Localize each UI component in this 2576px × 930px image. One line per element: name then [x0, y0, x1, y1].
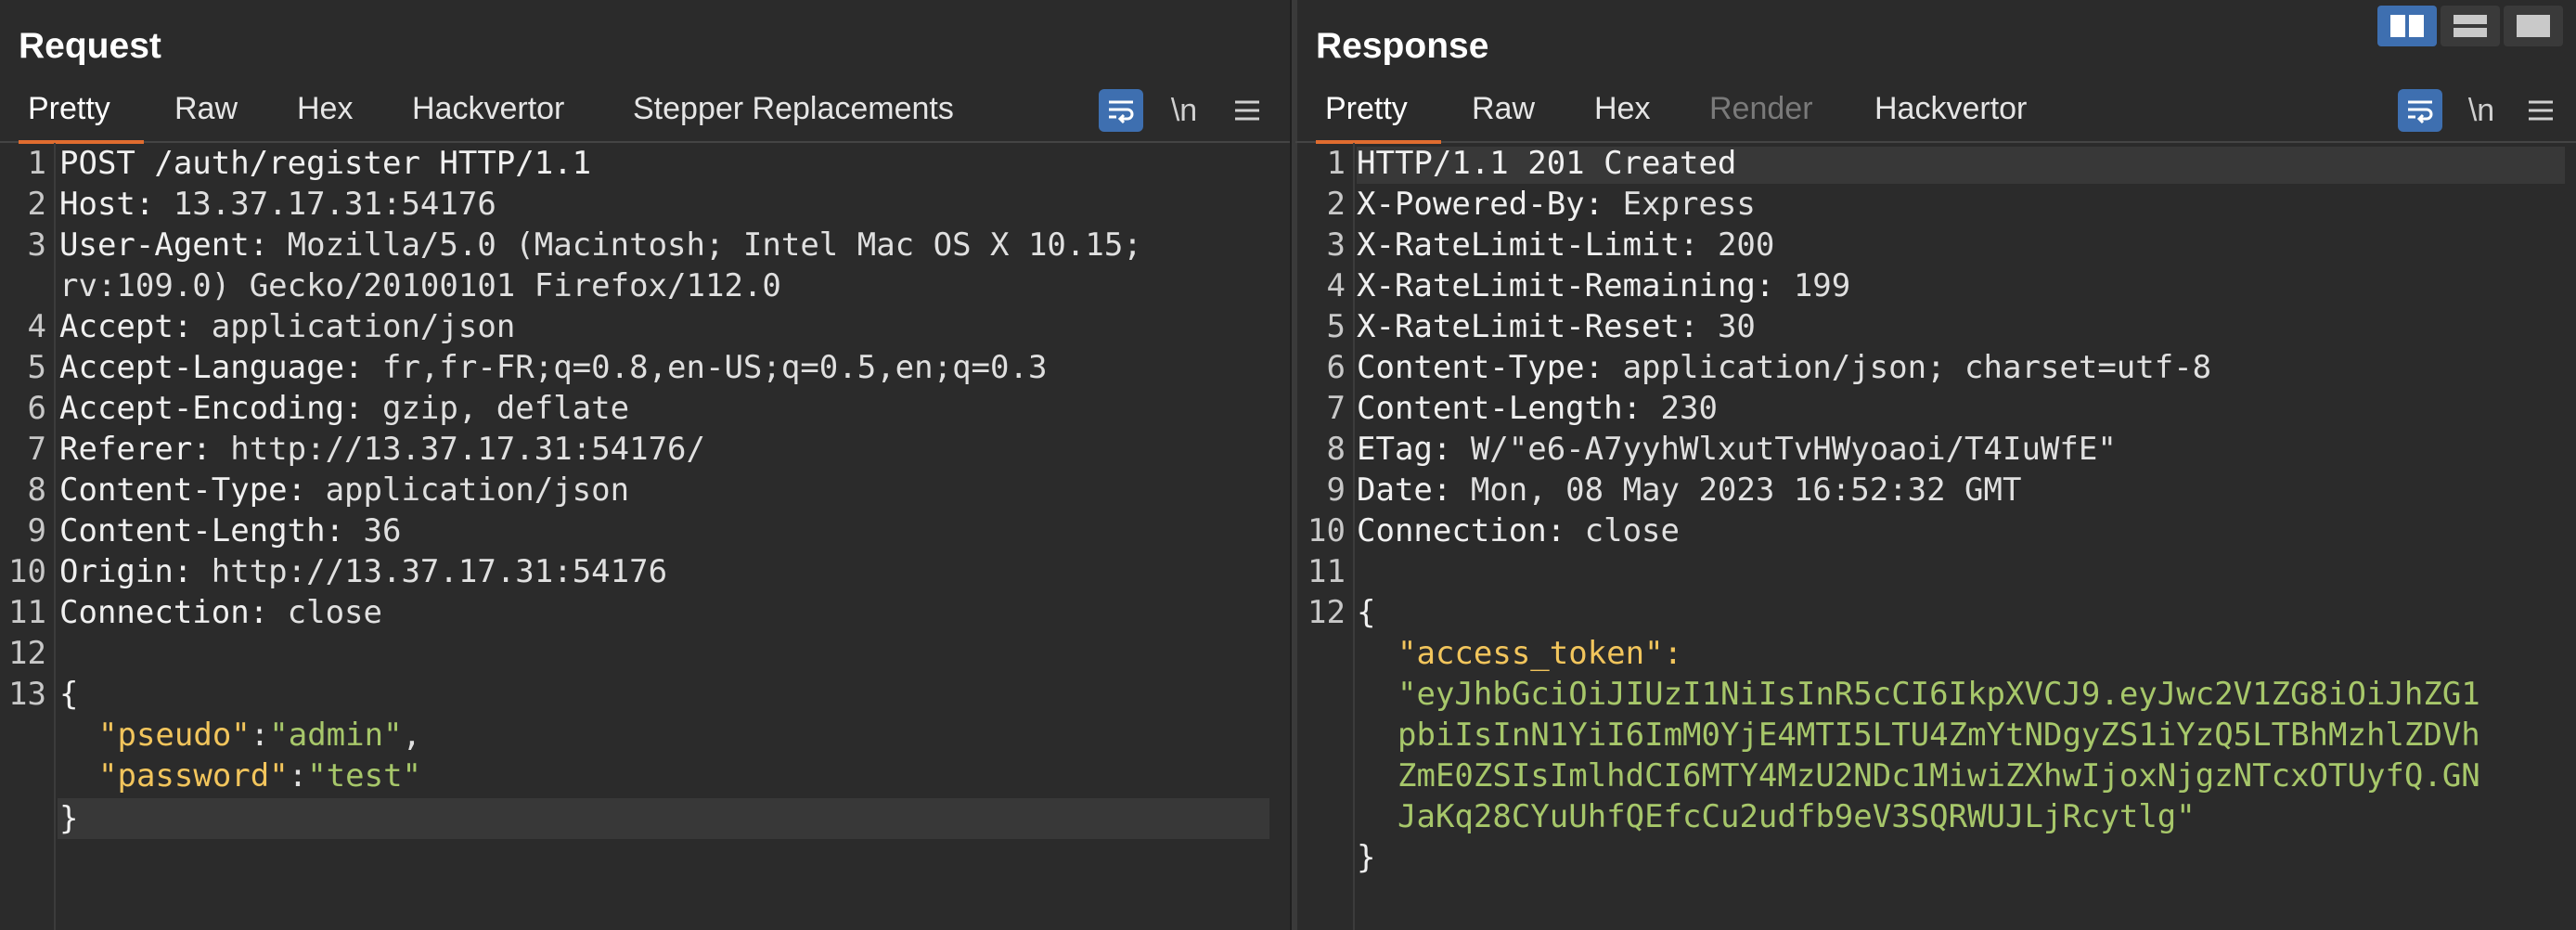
response-tabs: Pretty Raw Hex Render Hackvertor \n	[1295, 82, 2576, 144]
word-wrap-icon[interactable]	[1099, 89, 1143, 132]
side-by-side-layout-button[interactable]	[2377, 6, 2437, 46]
request-tab-hex[interactable]: Hex	[288, 91, 362, 127]
request-tab-raw[interactable]: Raw	[165, 91, 247, 127]
response-panel: Response Pretty Raw Hex Render Hackverto…	[1295, 0, 2576, 930]
hamburger-menu-icon[interactable]	[1225, 89, 1269, 132]
request-tab-hackvertor[interactable]: Hackvertor	[403, 91, 573, 127]
hamburger-menu-icon[interactable]	[2518, 89, 2563, 132]
show-newlines-button[interactable]: \n	[2459, 89, 2504, 132]
request-title: Request	[19, 26, 161, 66]
request-tab-stepper-replacements[interactable]: Stepper Replacements	[624, 91, 963, 127]
response-tab-pretty[interactable]: Pretty	[1316, 91, 1441, 144]
response-tab-hex[interactable]: Hex	[1585, 91, 1659, 127]
request-panel: Request Pretty Raw Hex Hackvertor Steppe…	[0, 0, 1290, 930]
response-tab-hackvertor[interactable]: Hackvertor	[1865, 91, 2036, 127]
tabbed-layout-button[interactable]	[2504, 6, 2563, 46]
request-tab-pretty[interactable]: Pretty	[19, 91, 144, 144]
show-newlines-button[interactable]: \n	[1162, 89, 1206, 132]
request-tabs: Pretty Raw Hex Hackvertor Stepper Replac…	[0, 82, 1290, 144]
response-tab-raw[interactable]: Raw	[1462, 91, 1544, 127]
current-line-highlight	[58, 798, 1269, 839]
stacked-layout-button[interactable]	[2441, 6, 2500, 46]
response-tab-render: Render	[1709, 91, 1813, 126]
response-title: Response	[1316, 26, 1489, 66]
word-wrap-icon[interactable]	[2398, 89, 2442, 132]
layout-toggle-group	[2377, 6, 2567, 46]
request-editor[interactable]: 1 POST /auth/register HTTP/1.1 2 Host: 13.…	[0, 143, 1290, 930]
response-editor[interactable]: 1 HTTP/1.1 201 Created 2 X-Powered-By: Exp…	[1295, 143, 2576, 930]
